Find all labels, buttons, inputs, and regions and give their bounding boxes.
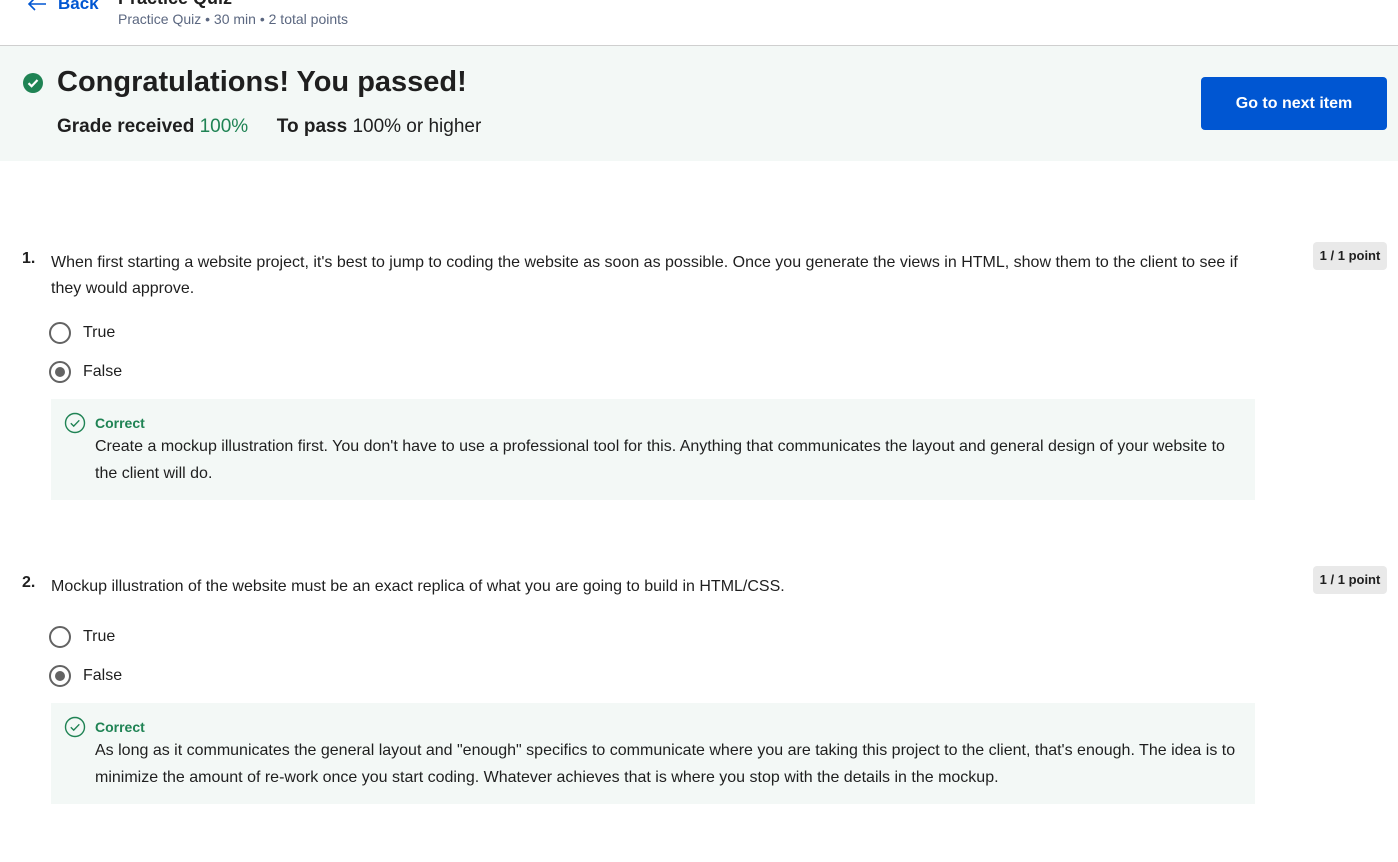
feedback-box: Correct As long as it communicates the g… xyxy=(51,703,1255,804)
option-true[interactable]: True xyxy=(49,626,115,648)
check-circle-filled-icon xyxy=(23,73,43,93)
radio-button-selected[interactable] xyxy=(49,361,71,383)
go-to-next-item-button[interactable]: Go to next item xyxy=(1201,77,1387,130)
pass-banner: Congratulations! You passed! Grade recei… xyxy=(0,46,1398,161)
feedback-title: Correct xyxy=(95,415,145,431)
grade-value: 100% xyxy=(199,116,249,137)
check-circle-outline-icon xyxy=(64,716,86,738)
points-badge: 1 / 1 point xyxy=(1313,242,1387,270)
grade-label: Grade received xyxy=(57,116,195,137)
quiz-title: Practice Quiz xyxy=(118,0,232,9)
grade-line: Grade received 100% To pass 100% or high… xyxy=(57,116,481,138)
option-true[interactable]: True xyxy=(49,322,115,344)
back-link[interactable]: Back xyxy=(26,0,99,14)
quiz-meta: Practice Quiz • 30 min • 2 total points xyxy=(118,11,349,27)
radio-button-selected[interactable] xyxy=(49,665,71,687)
question-text: When first starting a website project, i… xyxy=(51,254,1238,297)
option-label: True xyxy=(83,628,116,645)
radio-button[interactable] xyxy=(49,626,71,648)
top-bar: Back Practice Quiz Practice Quiz • 30 mi… xyxy=(0,0,1398,46)
feedback-box: Correct Create a mockup illustration fir… xyxy=(51,399,1255,500)
option-label: True xyxy=(83,324,116,341)
pass-value: 100% or higher xyxy=(352,116,482,137)
pass-label: To pass xyxy=(276,116,348,137)
check-circle-outline-icon xyxy=(64,412,86,434)
feedback-text: As long as it communicates the general l… xyxy=(95,742,1236,786)
option-false[interactable]: False xyxy=(49,665,122,687)
pass-headline: Congratulations! You passed! xyxy=(57,66,467,98)
feedback-title: Correct xyxy=(95,719,145,735)
radio-button[interactable] xyxy=(49,322,71,344)
question-number: 2. xyxy=(22,574,36,591)
option-label: False xyxy=(83,363,123,380)
points-badge: 1 / 1 point xyxy=(1313,566,1387,594)
feedback-text: Create a mockup illustration first. You … xyxy=(95,438,1225,482)
back-label: Back xyxy=(58,0,99,13)
option-label: False xyxy=(83,667,123,684)
question-text: Mockup illustration of the website must … xyxy=(51,578,785,595)
arrow-left-icon xyxy=(27,0,46,11)
option-false[interactable]: False xyxy=(49,361,122,383)
question-number: 1. xyxy=(22,250,36,267)
